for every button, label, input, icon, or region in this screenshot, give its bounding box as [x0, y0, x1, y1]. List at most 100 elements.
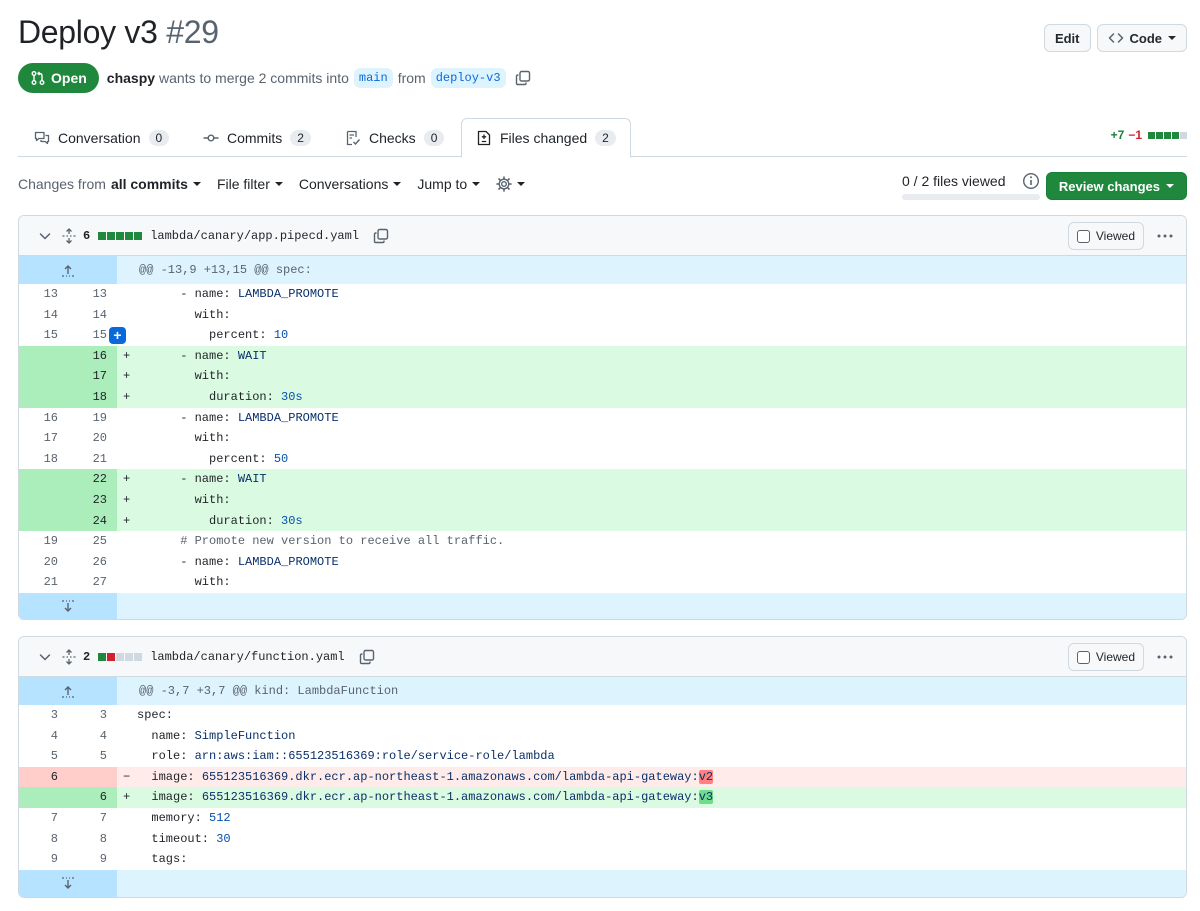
jump-to-dropdown[interactable]: Jump to [417, 176, 481, 192]
line-number[interactable]: 17 [68, 366, 117, 387]
pr-meta: Open chaspy wants to merge 2 commits int… [18, 63, 531, 93]
git-commit-icon [203, 130, 219, 146]
edit-label: Edit [1054, 30, 1080, 46]
line-number[interactable]: 20 [68, 428, 117, 449]
hunk-header: @@ -3,7 +3,7 @@ kind: LambdaFunction [19, 677, 1186, 705]
line-number[interactable]: 6 [68, 787, 117, 808]
unfold-icon[interactable] [61, 648, 77, 665]
line-number[interactable]: 20 [19, 552, 68, 573]
checkbox[interactable] [1076, 650, 1090, 664]
file-diff: 6 lambda/canary/app.pipecd.yaml Viewed @… [18, 215, 1187, 620]
file-diff: 2 lambda/canary/function.yaml Viewed @@ … [18, 636, 1187, 898]
line-number[interactable]: 6 [19, 766, 68, 788]
tab-conversation[interactable]: Conversation 0 [20, 118, 183, 157]
changes-from-label: Changes from [18, 176, 106, 192]
diff-line: 55 role: arn:aws:iam::655123516369:role/… [19, 746, 1186, 767]
files-viewed-progress: 0 / 2 files viewed [902, 173, 1040, 200]
git-pull-request-icon [31, 71, 45, 85]
tab-files-changed[interactable]: Files changed 2 [461, 118, 631, 158]
file-filter-dropdown[interactable]: File filter [217, 176, 283, 192]
line-number[interactable]: 14 [68, 305, 117, 326]
line-number[interactable]: 27 [68, 572, 117, 593]
line-number[interactable]: 7 [68, 808, 117, 829]
line-number[interactable]: 5 [19, 746, 68, 767]
line-number[interactable]: 8 [68, 829, 117, 850]
diff-line: 21 27 with: [19, 572, 1186, 593]
diff-line: 99 tags: [19, 849, 1186, 870]
diff-line-added: 22 + - name: WAIT [19, 469, 1186, 490]
line-number[interactable]: 13 [19, 284, 68, 305]
line-number[interactable]: 3 [68, 705, 117, 726]
line-number[interactable]: 15 + [68, 325, 126, 346]
checkbox[interactable] [1076, 229, 1090, 243]
line-number[interactable]: 4 [68, 726, 117, 747]
diffstat: +7 −1 [1111, 128, 1187, 142]
line-number[interactable]: 22 [68, 469, 117, 490]
line-number[interactable]: 21 [68, 449, 117, 470]
files-viewed-bar [902, 194, 1040, 200]
unfold-icon[interactable] [61, 227, 77, 244]
diff-settings-dropdown[interactable] [496, 176, 526, 192]
base-branch[interactable]: main [353, 68, 393, 88]
diff-line: 15 15 + percent: 10 [19, 325, 1186, 346]
viewed-checkbox[interactable]: Viewed [1067, 643, 1144, 671]
line-number[interactable]: 9 [19, 849, 68, 870]
line-number[interactable]: 7 [19, 808, 68, 829]
expand-down-icon[interactable] [19, 592, 117, 619]
diff-line-added: 23 + with: [19, 489, 1186, 511]
merge-text: wants to merge 2 commits into [159, 70, 349, 86]
review-changes-button[interactable]: Review changes [1045, 172, 1187, 200]
line-number[interactable]: 18 [19, 449, 68, 470]
viewed-checkbox[interactable]: Viewed [1067, 222, 1144, 250]
tab-commits[interactable]: Commits 2 [189, 118, 325, 157]
line-number[interactable]: 4 [19, 726, 68, 747]
code-button[interactable]: Code [1096, 24, 1187, 52]
line-number[interactable]: 23 [68, 489, 117, 511]
line-number[interactable]: 25 [68, 531, 117, 552]
file-change-count: 6 [83, 228, 91, 243]
copy-path-icon[interactable] [373, 228, 389, 244]
changes-from-dropdown[interactable]: Changes from all commits [18, 176, 201, 192]
line-number[interactable]: 26 [68, 552, 117, 573]
expand-down-icon[interactable] [19, 869, 117, 897]
line-number[interactable]: 19 [68, 408, 117, 429]
viewed-label: Viewed [1095, 229, 1135, 243]
edit-button[interactable]: Edit [1043, 24, 1091, 52]
line-number[interactable]: 9 [68, 849, 117, 870]
line-number[interactable]: 17 [19, 428, 68, 449]
copy-path-icon[interactable] [359, 649, 375, 665]
diff-toolbar: Changes from all commits File filter Con… [18, 176, 526, 192]
conversations-dropdown[interactable]: Conversations [299, 176, 402, 192]
line-number[interactable]: 16 [19, 408, 68, 429]
line-number[interactable]: 8 [19, 829, 68, 850]
line-number[interactable]: 15 [19, 325, 68, 346]
diff-line: 20 26 - name: LAMBDA_PROMOTE [19, 552, 1186, 573]
info-icon[interactable] [1022, 172, 1040, 193]
expand-up-icon[interactable] [19, 256, 117, 284]
file-name[interactable]: lambda/canary/app.pipecd.yaml [150, 229, 359, 243]
gear-icon [496, 176, 512, 192]
line-number[interactable]: 14 [19, 305, 68, 326]
line-number[interactable]: 19 [19, 531, 68, 552]
head-branch[interactable]: deploy-v3 [430, 68, 506, 88]
line-number[interactable]: 24 [68, 510, 117, 532]
add-comment-icon[interactable]: + [109, 327, 126, 345]
line-number[interactable]: 5 [68, 746, 117, 767]
line-number[interactable]: 13 [68, 284, 117, 305]
line-number[interactable]: 21 [19, 572, 68, 593]
line-number[interactable]: 18 [68, 386, 117, 408]
line-number[interactable]: 3 [19, 705, 68, 726]
expand-up-icon[interactable] [19, 677, 117, 705]
chevron-down-icon[interactable] [37, 228, 53, 244]
kebab-horizontal-icon[interactable] [1156, 649, 1174, 665]
tab-checks[interactable]: Checks 0 [331, 118, 458, 157]
author-link[interactable]: chaspy [107, 70, 155, 86]
line-number[interactable]: 16 [68, 345, 117, 367]
diff-line: 17 20 with: [19, 428, 1186, 449]
file-name[interactable]: lambda/canary/function.yaml [150, 650, 344, 664]
kebab-horizontal-icon[interactable] [1156, 228, 1174, 244]
diff-line-added: 18 + duration: 30s [19, 386, 1186, 408]
chevron-down-icon[interactable] [37, 649, 53, 665]
copy-branch-icon[interactable] [515, 70, 531, 86]
caret-down-icon [472, 182, 481, 186]
